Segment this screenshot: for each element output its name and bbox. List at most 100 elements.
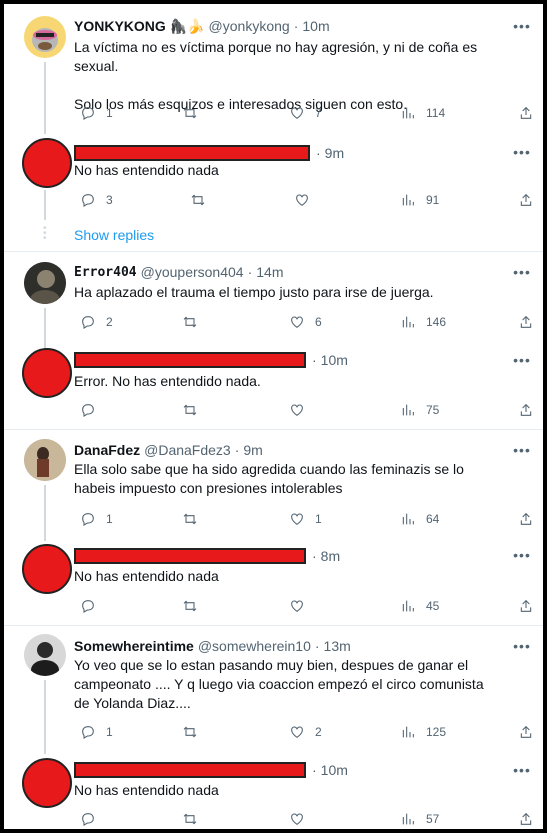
views-button[interactable]: 75 [400,400,439,420]
views-button[interactable]: 114 [400,103,445,123]
more-options-icon[interactable]: ••• [513,263,531,281]
views-count: 57 [426,812,440,826]
reply-button[interactable] [80,809,96,829]
views-button[interactable]: 91 [400,190,439,210]
like-count: 2 [315,725,322,739]
retweet-button[interactable] [190,190,206,210]
handle[interactable]: @yonkykong [209,18,290,34]
retweet-icon [183,404,197,416]
views-button[interactable]: 125 [400,722,446,742]
views-button[interactable]: 45 [400,596,439,616]
reply-button[interactable]: 1 [80,722,113,742]
action-bar: 3 91 [74,190,534,210]
avatar[interactable] [22,758,72,808]
post-text: Ha aplazado el trauma el tiempo justo pa… [74,284,434,300]
handle[interactable]: @DanaFdez3 [144,442,231,458]
post-text: No has entendido nada [74,782,219,798]
avatar[interactable] [22,544,72,594]
post-text: No has entendido nada [74,568,219,584]
more-options-icon[interactable]: ••• [513,351,531,369]
handle[interactable]: @youperson404 [141,264,244,280]
avatar[interactable] [24,16,66,58]
timestamp[interactable]: 9m [325,145,344,161]
views-button[interactable]: 57 [400,809,439,829]
display-name[interactable]: Error404 [74,265,137,280]
views-button[interactable]: 64 [400,509,439,529]
retweet-button[interactable] [182,722,198,742]
reply-count: 1 [106,106,113,120]
share-button[interactable] [518,103,534,123]
retweet-button[interactable] [182,809,198,829]
post-header: Somewhereintime @somewherein10 · 13m [74,636,499,656]
post-header: · 8m [74,546,499,566]
reply-button[interactable] [80,596,96,616]
share-button[interactable] [518,190,534,210]
more-options-icon[interactable]: ••• [513,637,531,655]
retweet-icon [183,107,197,119]
retweet-button[interactable] [182,596,198,616]
views-count: 75 [426,403,440,417]
retweet-icon [191,194,205,206]
display-name[interactable]: YONKYKONG 🦍🍌 [74,18,205,35]
more-options-icon[interactable]: ••• [513,546,531,564]
timestamp[interactable]: 10m [321,352,348,368]
more-options-icon[interactable]: ••• [513,143,531,161]
like-button[interactable]: 6 [289,312,322,332]
retweet-button[interactable] [182,103,198,123]
handle[interactable]: @somewherein10 [198,638,311,654]
avatar[interactable] [24,262,66,304]
share-button[interactable] [518,400,534,420]
like-button[interactable]: 7 [289,103,322,123]
display-name[interactable]: DanaFdez [74,442,140,458]
reply-icon [82,316,94,329]
avatar[interactable] [22,138,72,188]
views-icon [402,316,414,328]
like-button[interactable]: 2 [289,722,322,742]
divider [4,251,543,252]
more-options-icon[interactable]: ••• [513,761,531,779]
reply-button[interactable]: 1 [80,509,113,529]
views-icon [402,726,414,738]
thread-line [44,485,46,541]
share-icon [520,725,532,738]
post-text: No has entendido nada [74,162,219,178]
like-button[interactable]: 1 [289,509,322,529]
reply-button[interactable]: 1 [80,103,113,123]
views-icon [402,600,414,612]
separator: · [314,638,320,654]
more-options-icon[interactable]: ••• [513,441,531,459]
retweet-button[interactable] [182,509,198,529]
avatar[interactable] [24,439,66,481]
show-replies-link[interactable]: Show replies [74,227,154,243]
avatar[interactable] [24,634,66,676]
more-options-icon[interactable]: ••• [513,17,531,35]
reply-button[interactable]: 3 [80,190,113,210]
views-count: 125 [426,725,447,739]
avatar[interactable] [22,348,72,398]
retweet-button[interactable] [182,312,198,332]
share-button[interactable] [518,509,534,529]
action-bar: 1 7 114 [74,103,534,123]
like-button[interactable] [294,190,310,210]
share-button[interactable] [518,596,534,616]
share-button[interactable] [518,312,534,332]
timestamp[interactable]: 10m [302,18,329,34]
timestamp[interactable]: 10m [321,762,348,778]
reply-icon [82,600,94,613]
views-button[interactable]: 146 [400,312,446,332]
timestamp[interactable]: 9m [243,442,262,458]
display-name[interactable]: Somewhereintime [74,638,194,654]
reply-button[interactable] [80,400,96,420]
timestamp[interactable]: 14m [256,264,283,280]
share-button[interactable] [518,809,534,829]
timestamp[interactable]: 8m [321,548,340,564]
timestamp[interactable]: 13m [324,638,351,654]
reply-button[interactable]: 2 [80,312,113,332]
thread-line [44,190,46,220]
retweet-button[interactable] [182,400,198,420]
like-button[interactable] [289,596,305,616]
like-button[interactable] [289,809,305,829]
post-text: Ella solo sabe que ha sido agredida cuan… [74,461,464,496]
like-button[interactable] [289,400,305,420]
share-button[interactable] [518,722,534,742]
